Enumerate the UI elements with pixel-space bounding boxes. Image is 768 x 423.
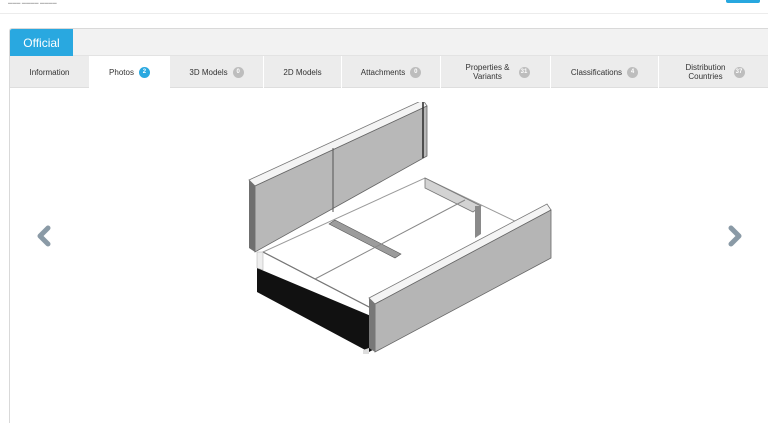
tab-label: Distribution Countries: [685, 63, 726, 81]
tab-information[interactable]: Information: [10, 56, 90, 88]
top-strip: ▬▬▬ ▬▬▬▬ ▬▬▬▬: [0, 0, 768, 14]
tab-label: Information: [29, 67, 70, 77]
top-action-button[interactable]: [726, 0, 760, 3]
tab-label: Photos: [109, 67, 134, 77]
product-photo: [248, 102, 552, 354]
chevron-right-icon: [728, 225, 742, 247]
tab-label: Properties & Variants: [465, 63, 510, 81]
tab-3d-models[interactable]: 3D Models 0: [170, 56, 264, 88]
tab-bar: Information Photos 2 3D Models 0 2D Mode…: [10, 56, 768, 88]
tab-label: 3D Models: [189, 67, 228, 77]
prev-photo-button[interactable]: [36, 225, 52, 247]
tab-properties-variants[interactable]: Properties & Variants 31: [441, 56, 551, 88]
tab-photos[interactable]: Photos 2: [90, 56, 170, 88]
tab-attachments[interactable]: Attachments 0: [342, 56, 441, 88]
tab-2d-models[interactable]: 2D Models: [264, 56, 342, 88]
tab-label: Attachments: [360, 67, 406, 77]
photo-viewer: [10, 88, 768, 423]
tab-badge: 4: [627, 66, 639, 78]
tab-distribution-countries[interactable]: Distribution Countries 37: [659, 56, 768, 88]
top-faint-text: ▬▬▬ ▬▬▬▬ ▬▬▬▬: [8, 0, 57, 5]
tab-badge: 31: [518, 66, 530, 78]
tab-badge: 37: [733, 66, 745, 78]
tab-badge: 0: [232, 66, 244, 78]
official-tab[interactable]: Official: [10, 29, 73, 56]
chevron-left-icon: [37, 225, 51, 247]
tab-badge: 0: [410, 66, 422, 78]
panel-header: Official: [10, 29, 768, 56]
next-photo-button[interactable]: [727, 225, 743, 247]
tab-label: 2D Models: [283, 67, 322, 77]
tab-label: Classifications: [570, 67, 623, 77]
tab-badge: 2: [138, 66, 150, 78]
tab-classifications[interactable]: Classifications 4: [551, 56, 659, 88]
product-panel: Official Information Photos 2 3D Models …: [9, 28, 768, 423]
